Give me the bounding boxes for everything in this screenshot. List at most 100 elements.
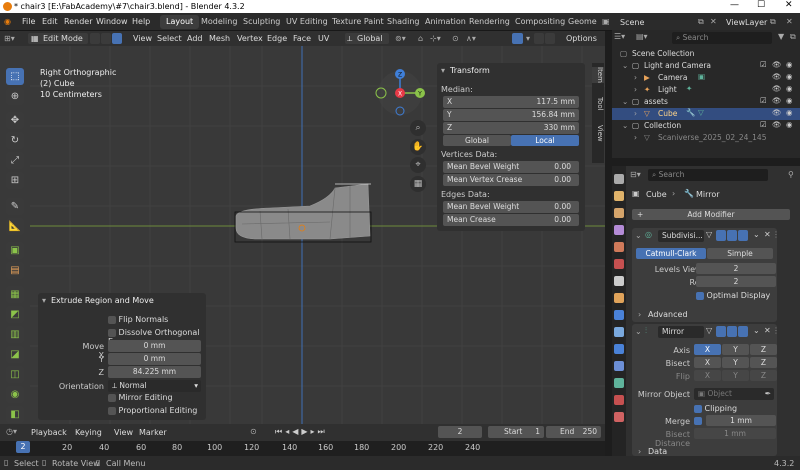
menu-file[interactable]: File — [22, 17, 35, 26]
visibility-eye-icon[interactable]: 👁 — [772, 72, 782, 81]
measure-tool-icon[interactable]: 📐 — [6, 218, 24, 235]
mean-bevel-weight-field[interactable]: Mean Bevel Weight 0.00 — [443, 161, 579, 173]
record-icon[interactable]: ⊙ — [250, 427, 257, 436]
drag-handle-icon[interactable]: ⋮ — [772, 230, 780, 239]
pivot-icon[interactable]: ⊚▾ — [395, 34, 406, 43]
modifier-menu-icon[interactable]: ⌄ — [753, 326, 760, 335]
extrude-tool-icon[interactable]: ▤ — [6, 262, 24, 279]
view-layer-tab-icon[interactable] — [614, 225, 624, 235]
rotate-tool-icon[interactable]: ↻ — [6, 132, 24, 149]
cursor-tool-icon[interactable]: ⊕ — [6, 88, 24, 105]
collection-tab-icon[interactable] — [614, 276, 624, 286]
edge-select-icon[interactable] — [101, 33, 111, 44]
render-toggle-icon[interactable] — [738, 230, 748, 241]
menu-mesh[interactable]: Mesh — [209, 34, 230, 43]
start-frame-field[interactable]: Start 1 — [488, 426, 544, 438]
snap-icon[interactable]: ⌂ — [418, 34, 423, 43]
mirror-name-field[interactable]: Mirror — [658, 326, 704, 338]
menu-help[interactable]: Help — [132, 17, 150, 26]
minimize-icon[interactable]: — — [730, 0, 739, 10]
menu-vertex[interactable]: Vertex — [237, 34, 263, 43]
menu-add[interactable]: Add — [187, 34, 203, 43]
menu-select[interactable]: Select — [157, 34, 182, 43]
inset-tool-icon[interactable]: ▦ — [6, 286, 24, 303]
modifier-delete-icon[interactable]: ✕ — [764, 230, 771, 239]
annotate-tool-icon[interactable]: ✎ — [6, 198, 24, 215]
local-button[interactable]: Local — [511, 135, 579, 146]
scene-tab-icon[interactable] — [614, 242, 624, 252]
transform-tool-icon[interactable]: ⊞ — [6, 172, 24, 189]
tab-geometry[interactable]: Geome — [562, 15, 603, 29]
frame-ruler[interactable]: 2 20 40 60 80 100 120 140 160 180 200 22… — [0, 441, 605, 456]
falloff-icon[interactable]: ∧▾ — [466, 34, 476, 43]
edit-mode-toggle-icon[interactable] — [716, 326, 726, 337]
view-layer-copy-icon[interactable]: ⧉ — [770, 17, 776, 27]
vertex-select-icon[interactable] — [90, 33, 100, 44]
exclude-checkbox-icon[interactable]: ☑ — [760, 120, 767, 129]
close-icon[interactable]: ✕ — [785, 0, 793, 10]
current-frame-field[interactable]: 2 — [438, 426, 482, 438]
overlay-toggle-icon[interactable] — [512, 33, 523, 44]
menu-face[interactable]: Face — [293, 34, 311, 43]
simple-button[interactable]: Simple — [707, 248, 773, 259]
bisect-x-button[interactable]: X — [694, 357, 721, 368]
outliner-row-selected[interactable]: › ▽ Cube 🔧 ▽ 👁 ◉ — [612, 108, 800, 120]
physics-tab-icon[interactable] — [614, 344, 624, 354]
subdivision-name-field[interactable]: Subdivisi... — [658, 230, 704, 242]
scale-tool-icon[interactable]: ⤢ — [6, 152, 24, 169]
flip-z-button[interactable]: Z — [750, 370, 777, 381]
mode-selector[interactable]: ▦ Edit Mode — [28, 33, 88, 44]
end-frame-field[interactable]: End 250 — [546, 426, 601, 438]
object-tab-icon[interactable] — [614, 293, 624, 303]
playback-controls-icon[interactable]: ⏮◂◀▶▸⏭ — [275, 427, 328, 437]
move-y-field[interactable]: 0 mm — [108, 353, 201, 365]
levels-viewport-field[interactable]: 2 — [696, 263, 776, 274]
flip-y-button[interactable]: Y — [722, 370, 749, 381]
global-button[interactable]: Global — [443, 135, 511, 146]
menu-keying[interactable]: Keying — [75, 428, 102, 437]
transform-orientation-dropdown[interactable]: ⟂ Global — [345, 33, 389, 44]
menu-window[interactable]: Window — [96, 17, 128, 26]
bevel-tool-icon[interactable]: ◩ — [6, 306, 24, 323]
move-x-field[interactable]: 0 mm — [108, 340, 201, 352]
median-y-field[interactable]: Y 156.84 mm — [443, 109, 579, 121]
modifier-menu-icon[interactable]: ⌄ — [753, 230, 760, 239]
edge-bevel-weight-field[interactable]: Mean Bevel Weight 0.00 — [443, 201, 579, 213]
render-toggle-icon[interactable] — [738, 326, 748, 337]
playhead[interactable]: 2 — [16, 441, 30, 453]
move-tool-icon[interactable]: ✥ — [6, 112, 24, 129]
clipping-checkbox[interactable]: Clipping — [694, 404, 737, 413]
operator-collapse-icon[interactable]: ▾ — [42, 296, 46, 305]
timeline-editor-icon[interactable]: ◷▾ — [6, 427, 17, 436]
visibility-eye-icon[interactable]: 👁 — [772, 120, 782, 129]
median-z-field[interactable]: Z 330 mm — [443, 122, 579, 134]
zoom-view-icon[interactable]: ⌕ — [410, 120, 426, 136]
menu-edit[interactable]: Edit — [42, 17, 58, 26]
render-camera-icon[interactable]: ◉ — [786, 60, 793, 69]
loop-cut-tool-icon[interactable]: ▥ — [6, 326, 24, 343]
move-z-field[interactable]: 84.225 mm — [108, 366, 201, 378]
visibility-eye-icon[interactable]: 👁 — [772, 108, 782, 117]
menu-view[interactable]: View — [133, 34, 152, 43]
bisect-distance-field[interactable]: 1 mm — [694, 428, 776, 439]
flip-x-button[interactable]: X — [694, 370, 721, 381]
outliner-editor-icon[interactable]: ☰▾ — [614, 32, 625, 41]
outliner-row[interactable]: ▢ Scene Collection — [612, 48, 800, 60]
scene-remove-icon[interactable]: ✕ — [710, 17, 717, 26]
add-cube-tool-icon[interactable]: ▣ — [6, 242, 24, 259]
output-tab-icon[interactable] — [614, 208, 624, 218]
median-x-field[interactable]: X 117.5 mm — [443, 96, 579, 108]
menu-marker[interactable]: Marker — [139, 428, 167, 437]
optimal-display-checkbox[interactable]: Optimal Display — [696, 291, 770, 300]
modifier-collapse-icon[interactable]: ⌄ — [635, 231, 642, 240]
add-modifier-button[interactable]: + Add Modifier — [632, 209, 790, 220]
mirror-x-icon[interactable] — [534, 33, 544, 44]
expand-chevron-icon[interactable]: › — [634, 109, 637, 118]
menu-playback[interactable]: Playback — [31, 428, 67, 437]
render-camera-icon[interactable]: ◉ — [786, 120, 793, 129]
outliner-search-input[interactable]: ⌕ Search — [672, 32, 772, 44]
properties-search-input[interactable]: ⌕ Search — [648, 169, 768, 181]
outliner-row[interactable]: › ✦ Light ✦ 👁 ◉ — [612, 84, 800, 96]
pan-view-icon[interactable]: ✋ — [410, 139, 426, 155]
eyedropper-icon[interactable]: ✒ — [765, 389, 771, 398]
